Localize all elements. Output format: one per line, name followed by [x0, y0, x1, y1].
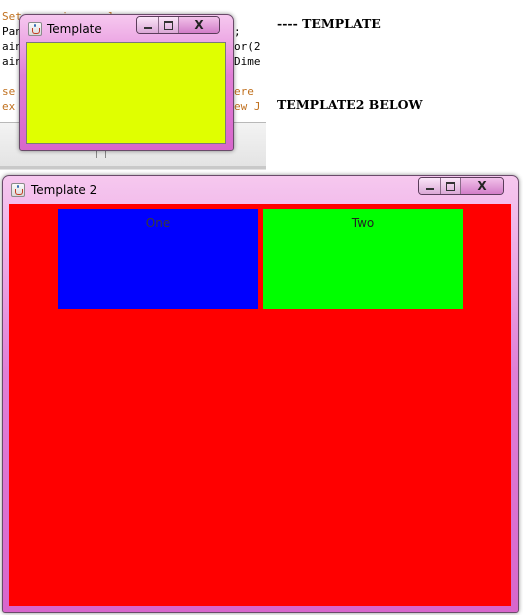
title-bar[interactable]: Template X	[20, 15, 233, 41]
code-line-fragment: ;	[234, 25, 241, 38]
window-title: Template	[47, 22, 102, 36]
maximize-icon	[164, 20, 173, 30]
window-controls: X	[136, 16, 220, 34]
code-line: se	[2, 85, 16, 98]
title-bar[interactable]: Template 2 X	[3, 176, 518, 202]
panel-one: One	[58, 209, 258, 309]
minimize-button[interactable]	[419, 178, 441, 194]
maximize-button[interactable]	[441, 178, 461, 194]
maximize-button[interactable]	[159, 17, 179, 33]
window-title: Template 2	[31, 183, 98, 197]
panel-two: Two	[263, 209, 463, 309]
minimize-icon	[425, 188, 434, 190]
template2-content: One Two	[9, 204, 511, 606]
window-controls: X	[418, 177, 504, 195]
panel-one-label: One	[145, 216, 171, 230]
template-window[interactable]: Template X	[19, 14, 234, 151]
panel-two-label: Two	[351, 216, 375, 230]
editor-divider	[0, 166, 266, 169]
java-cup-icon	[28, 22, 42, 36]
code-line-fragment: Dime	[234, 55, 261, 68]
code-line-fragment: ere	[234, 85, 254, 98]
maximize-icon	[446, 181, 455, 191]
minimize-button[interactable]	[137, 17, 159, 33]
template2-note: TEMPLATE2 BELOW	[277, 97, 423, 112]
close-button[interactable]: X	[461, 178, 503, 194]
template2-window[interactable]: Template 2 X One Two	[2, 175, 519, 613]
code-line-fragment: or(2	[234, 40, 261, 53]
code-line: ex	[2, 100, 16, 113]
close-button[interactable]: X	[179, 17, 219, 33]
java-cup-icon	[11, 183, 25, 197]
close-icon: X	[194, 18, 204, 32]
template-content	[26, 42, 226, 144]
code-line-fragment: ew J	[234, 100, 261, 113]
minimize-icon	[143, 27, 152, 29]
close-icon: X	[477, 179, 487, 193]
template-note: ---- TEMPLATE	[277, 16, 381, 31]
